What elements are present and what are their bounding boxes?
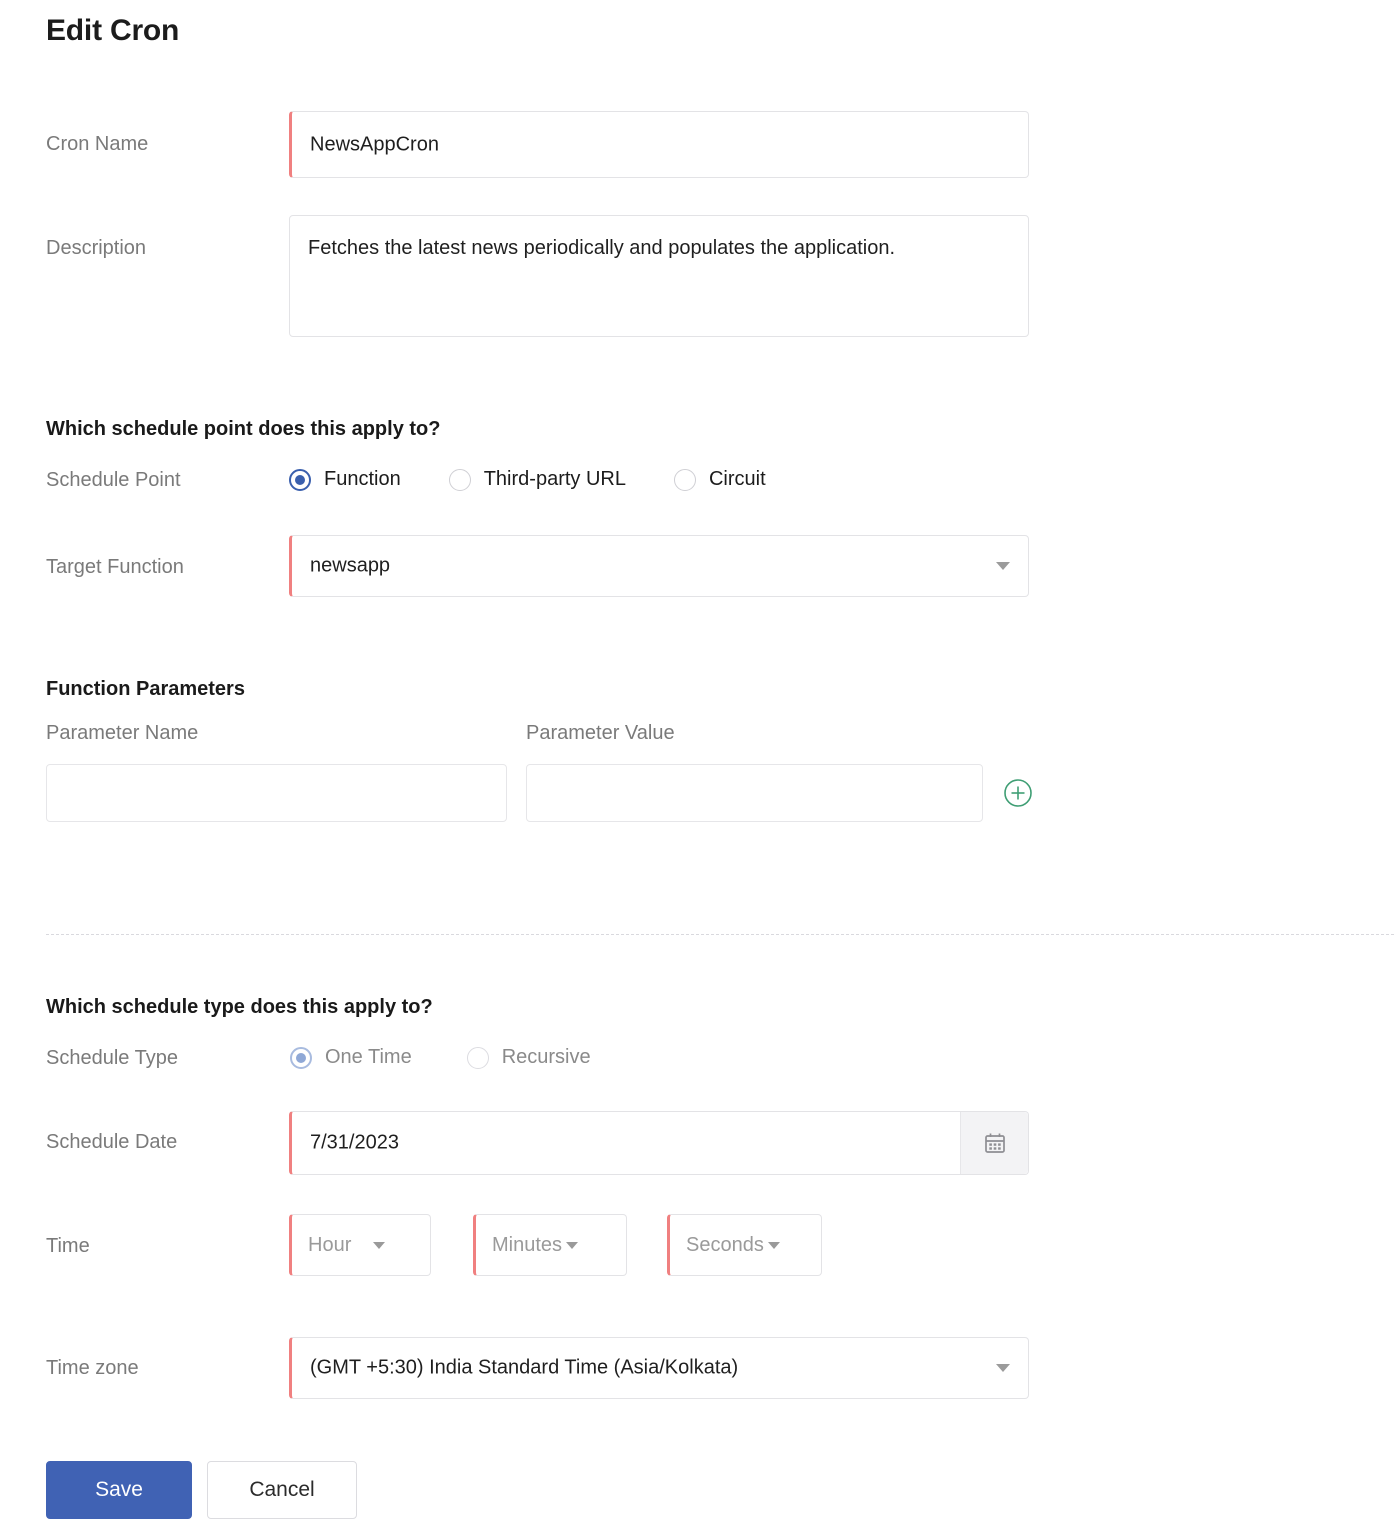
radio-recursive-icon[interactable]: [466, 1046, 489, 1069]
radio-recursive-label: Recursive: [501, 1046, 591, 1068]
target-function-value: newsapp: [310, 554, 391, 577]
radio-function-label: Function: [324, 468, 401, 490]
schedule-date-value: 7/31/2023: [310, 1131, 399, 1154]
schedule-type-radio-group: One Time Recursive: [290, 1046, 591, 1069]
schedule-point-option-third-party-url[interactable]: Third-party URL: [448, 468, 626, 491]
radio-third-party-url-label: Third-party URL: [483, 468, 626, 490]
schedule-type-heading: Which schedule type does this apply to?: [46, 996, 433, 1018]
seconds-placeholder: Seconds: [686, 1233, 764, 1256]
schedule-date-input[interactable]: 7/31/2023: [289, 1111, 1029, 1175]
description-textarea[interactable]: Fetches the latest news periodically and…: [289, 215, 1029, 337]
schedule-type-label: Schedule Type: [46, 1047, 178, 1069]
chevron-down-icon[interactable]: [566, 1241, 579, 1249]
target-function-select[interactable]: newsapp: [289, 535, 1029, 597]
radio-function-icon[interactable]: [289, 468, 311, 491]
schedule-point-option-function[interactable]: Function: [289, 468, 401, 491]
hour-select[interactable]: Hour: [289, 1214, 431, 1276]
chevron-down-icon[interactable]: [996, 562, 1010, 570]
description-value: Fetches the latest news periodically and…: [308, 237, 896, 259]
section-divider: [46, 934, 1394, 935]
schedule-point-option-circuit[interactable]: Circuit: [673, 468, 766, 491]
time-label: Time: [46, 1235, 90, 1257]
function-parameters-heading: Function Parameters: [46, 678, 245, 700]
chevron-down-icon[interactable]: [767, 1241, 780, 1249]
chevron-down-icon[interactable]: [996, 1364, 1010, 1372]
minutes-select[interactable]: Minutes: [473, 1214, 627, 1276]
cron-name-input[interactable]: NewsAppCron: [289, 111, 1029, 178]
hour-placeholder: Hour: [308, 1233, 352, 1256]
parameter-value-column-header: Parameter Value: [526, 722, 675, 744]
time-zone-label: Time zone: [46, 1357, 139, 1379]
plus-circle-icon[interactable]: [1003, 778, 1033, 808]
target-function-label: Target Function: [46, 556, 184, 578]
schedule-point-heading: Which schedule point does this apply to?: [46, 418, 441, 440]
save-button[interactable]: Save: [46, 1461, 192, 1519]
cron-name-label: Cron Name: [46, 133, 149, 155]
minutes-placeholder: Minutes: [492, 1233, 563, 1256]
chevron-down-icon[interactable]: [373, 1241, 386, 1249]
cancel-button[interactable]: Cancel: [207, 1461, 357, 1519]
schedule-point-label: Schedule Point: [46, 469, 181, 491]
radio-one-time-label: One Time: [325, 1046, 412, 1068]
schedule-type-option-one-time[interactable]: One Time: [290, 1046, 412, 1069]
radio-circuit-label: Circuit: [708, 468, 766, 490]
calendar-icon: [984, 1133, 1005, 1153]
description-label: Description: [46, 237, 147, 259]
schedule-date-label: Schedule Date: [46, 1131, 178, 1153]
radio-one-time-icon[interactable]: [290, 1046, 312, 1069]
cron-name-value: NewsAppCron: [310, 133, 439, 155]
schedule-type-option-recursive[interactable]: Recursive: [466, 1046, 591, 1069]
time-zone-select[interactable]: (GMT +5:30) India Standard Time (Asia/Ko…: [289, 1337, 1029, 1399]
parameter-name-input[interactable]: [46, 764, 507, 822]
calendar-picker-button[interactable]: [960, 1112, 1028, 1174]
radio-third-party-url-icon[interactable]: [448, 468, 471, 491]
time-zone-value: (GMT +5:30) India Standard Time (Asia/Ko…: [310, 1356, 739, 1379]
parameter-name-column-header: Parameter Name: [46, 722, 199, 744]
seconds-select[interactable]: Seconds: [667, 1214, 822, 1276]
radio-circuit-icon[interactable]: [673, 468, 696, 491]
edit-cron-page: Edit Cron Cron Name NewsAppCron Descript…: [0, 0, 1394, 1532]
parameter-value-input[interactable]: [526, 764, 983, 822]
schedule-point-radio-group: Function Third-party URL Circuit: [289, 468, 766, 491]
page-title: Edit Cron: [46, 14, 180, 47]
